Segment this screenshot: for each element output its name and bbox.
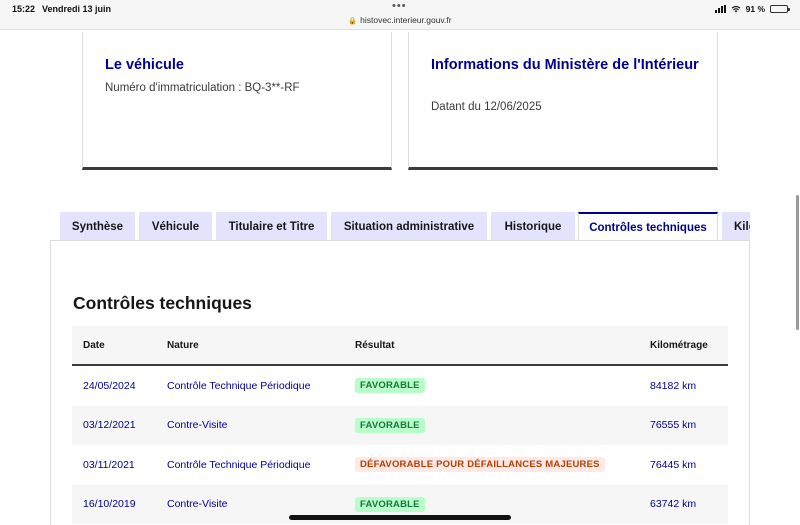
vehicle-card: Le véhicule Numéro d'immatriculation : B… <box>82 32 392 170</box>
scrollbar-thumb[interactable] <box>796 195 799 330</box>
section-title: Contrôles techniques <box>73 293 252 313</box>
row-nature: Contrôle Technique Périodique <box>167 379 311 392</box>
ministry-card-title: Informations du Ministère de l'Intérieur <box>431 57 699 73</box>
row-km: 63742 km <box>650 498 697 511</box>
row-result: FAVORABLE <box>355 406 425 446</box>
table-row: 03/12/2021 Contre-Visite FAVORABLE 76555… <box>72 405 728 446</box>
tab-historique[interactable]: Historique <box>491 212 575 241</box>
inspections-table: Date Nature Résultat Kilométrage 24/05/2… <box>72 326 728 524</box>
tab-bar: Synthèse Véhicule Titulaire et Titre Sit… <box>60 212 750 241</box>
battery-percent: 91 % <box>745 4 765 14</box>
data-date: Datant du 12/06/2025 <box>431 101 542 113</box>
tab-controles-techniques[interactable]: Contrôles techniques <box>578 212 718 241</box>
result-badge-defavorable: DÉFAVORABLE POUR DÉFAILLANCES MAJEURES <box>355 457 605 473</box>
row-result: FAVORABLE <box>355 366 425 406</box>
result-badge-favorable: FAVORABLE <box>355 496 425 512</box>
row-nature: Contrôle Technique Périodique <box>167 458 311 471</box>
address-bar[interactable]: 🔒 histovec.interieur.gouv.fr <box>0 15 800 25</box>
lock-icon: 🔒 <box>348 18 358 25</box>
more-dots-icon[interactable]: ••• <box>392 0 407 12</box>
status-indicators: 91 % <box>714 4 790 14</box>
status-time: 15:22 <box>12 4 36 14</box>
row-date: 24/05/2024 <box>83 379 136 392</box>
header-nature: Nature <box>167 339 199 351</box>
row-nature: Contre-Visite <box>167 419 228 432</box>
header-date: Date <box>83 339 105 351</box>
result-badge-favorable: FAVORABLE <box>355 378 425 394</box>
header-km: Kilométrage <box>650 339 708 351</box>
result-badge-favorable: FAVORABLE <box>355 417 425 433</box>
row-km: 84182 km <box>650 379 697 392</box>
tab-situation-administrative[interactable]: Situation administrative <box>331 212 487 241</box>
table-row: 03/11/2021 Contrôle Technique Périodique… <box>72 445 728 485</box>
battery-icon <box>770 5 790 13</box>
row-km: 76445 km <box>650 458 697 471</box>
table-row: 24/05/2024 Contrôle Technique Périodique… <box>72 366 728 406</box>
tab-kilometrage[interactable]: Kilométrage <box>722 212 750 241</box>
row-nature: Contre-Visite <box>167 498 228 511</box>
tab-synthese[interactable]: Synthèse <box>60 212 135 241</box>
status-date: Vendredi 13 juin <box>42 4 112 14</box>
wifi-icon <box>731 6 741 13</box>
ministry-card: Informations du Ministère de l'Intérieur… <box>408 32 718 170</box>
row-km: 76555 km <box>650 419 697 432</box>
table-header: Date Nature Résultat Kilométrage <box>72 326 728 366</box>
registration-number: Numéro d'immatriculation : BQ-3**-RF <box>105 82 300 94</box>
signal-icon <box>714 5 726 13</box>
url-text: histovec.interieur.gouv.fr <box>360 15 452 25</box>
row-result: DÉFAVORABLE POUR DÉFAILLANCES MAJEURES <box>355 445 605 485</box>
browser-status-bar: 15:22 Vendredi 13 juin ••• 🔒 histovec.int… <box>0 0 800 30</box>
row-date: 03/11/2021 <box>83 458 135 471</box>
tab-vehicule[interactable]: Véhicule <box>139 212 212 241</box>
row-date: 03/12/2021 <box>83 419 136 432</box>
vehicle-card-title: Le véhicule <box>105 57 184 73</box>
home-indicator[interactable] <box>289 515 511 520</box>
header-result: Résultat <box>355 339 395 351</box>
row-date: 16/10/2019 <box>83 498 136 511</box>
tab-titulaire[interactable]: Titulaire et Titre <box>216 212 327 241</box>
